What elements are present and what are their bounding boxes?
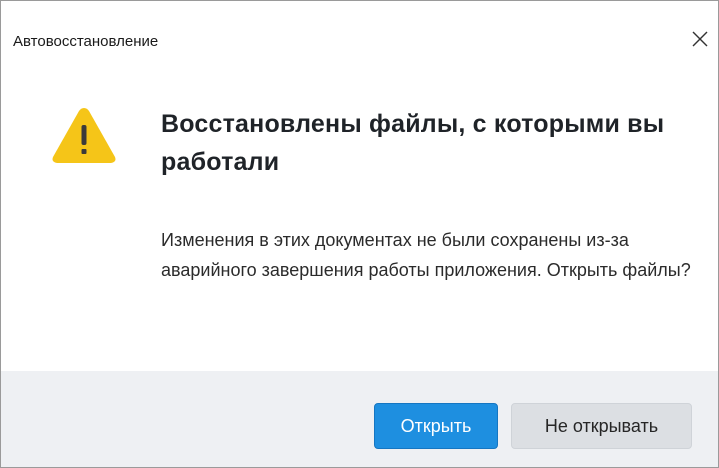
warning-icon	[52, 108, 116, 163]
dialog-footer: Открыть Не открывать	[1, 371, 718, 467]
open-button[interactable]: Открыть	[374, 403, 498, 449]
window-title: Автовосстановление	[13, 33, 159, 50]
close-button[interactable]	[684, 23, 716, 55]
dont-open-button[interactable]: Не открывать	[511, 403, 692, 449]
dialog-message: Изменения в этих документах не были сохр…	[161, 230, 691, 280]
close-icon	[692, 31, 708, 47]
dialog-heading: Восстановлены файлы, с которыми вы работ…	[161, 110, 665, 176]
title-bar: Автовосстановление	[1, 1, 718, 65]
autorecovery-dialog: Автовосстановление Восстановлены файлы, …	[0, 0, 719, 468]
